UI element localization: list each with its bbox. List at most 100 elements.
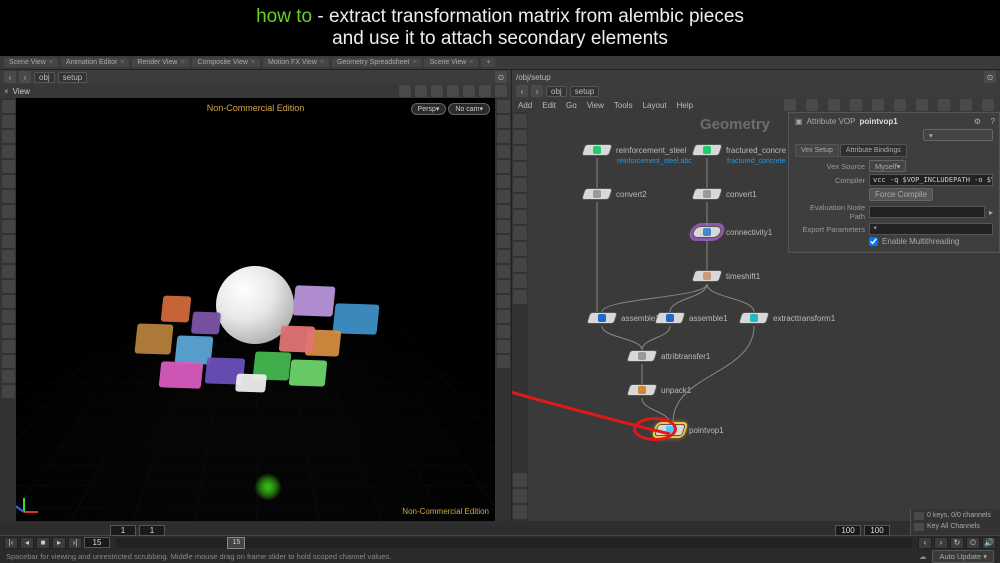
shelf-tool[interactable] — [2, 130, 15, 143]
select-vex-source[interactable]: Myself ▾ — [869, 160, 906, 172]
node-unpack1[interactable]: unpack1 — [628, 384, 691, 396]
node-assemble2[interactable]: assemble2 — [588, 312, 660, 324]
cook-icon[interactable]: ☁ — [919, 552, 927, 561]
shelf-tool[interactable] — [2, 175, 15, 188]
pane-tab[interactable]: Animation Editor× — [61, 58, 129, 67]
net-icon-3[interactable] — [828, 99, 840, 111]
display-option[interactable] — [497, 325, 510, 338]
shelf-tool[interactable] — [2, 370, 15, 383]
pane-tab[interactable]: Composite View× — [192, 58, 260, 67]
display-option[interactable] — [497, 175, 510, 188]
net-icon-6[interactable] — [894, 99, 906, 111]
input-export[interactable]: * — [869, 223, 993, 235]
net-tool-bottom[interactable] — [513, 505, 527, 519]
shelf-tool[interactable] — [2, 310, 15, 323]
shelf-tool[interactable] — [2, 205, 15, 218]
shelf-tool[interactable] — [2, 340, 15, 353]
net-tool[interactable] — [513, 274, 527, 288]
gear-icon[interactable]: ⚙ — [974, 117, 981, 126]
shelf-tool[interactable] — [2, 220, 15, 233]
shelf-tool[interactable] — [2, 235, 15, 248]
node-timeshift1[interactable]: timeshift1 — [693, 270, 760, 282]
display-option[interactable] — [497, 340, 510, 353]
add-tab-button[interactable]: + — [481, 58, 495, 67]
cam-menu[interactable]: No cam ▾ — [448, 103, 490, 115]
net-icon-2[interactable] — [806, 99, 818, 111]
display-option[interactable] — [497, 250, 510, 263]
param-subtype[interactable]: ▾ — [923, 129, 993, 141]
display-option[interactable] — [497, 265, 510, 278]
play-rev-button[interactable]: ◂ — [20, 537, 34, 549]
display-option[interactable] — [497, 160, 510, 173]
node-extracttransform1[interactable]: extracttransform1 — [740, 312, 835, 324]
net-crumb-obj[interactable]: obj — [546, 86, 567, 97]
vt-btn2[interactable] — [415, 85, 427, 97]
net-tool[interactable] — [513, 130, 527, 144]
pin-icon[interactable]: ⊙ — [495, 71, 507, 83]
path-crumb-obj[interactable]: obj — [34, 72, 55, 83]
net-icon-5[interactable] — [872, 99, 884, 111]
pane-tab[interactable]: Motion FX View× — [263, 58, 329, 67]
display-option[interactable] — [497, 220, 510, 233]
node-connectivity1[interactable]: connectivity1 — [693, 226, 772, 238]
play-fwd-button[interactable]: ▸ — [52, 537, 66, 549]
step-next-button[interactable]: › — [934, 537, 948, 549]
net-tool[interactable] — [513, 114, 527, 128]
display-option[interactable] — [497, 145, 510, 158]
node-convert2[interactable]: convert2 — [583, 188, 647, 200]
menu-view[interactable]: View — [587, 101, 604, 110]
menu-edit[interactable]: Edit — [542, 101, 556, 110]
net-tool[interactable] — [513, 258, 527, 272]
display-option[interactable] — [497, 205, 510, 218]
node-attribtransfer1[interactable]: attribtransfer1 — [628, 350, 710, 362]
kf-keyall[interactable]: Key All Channels — [927, 523, 980, 530]
goto-end-button[interactable]: ›| — [68, 537, 82, 549]
shelf-tool[interactable] — [2, 355, 15, 368]
net-tool[interactable] — [513, 162, 527, 176]
net-tool[interactable] — [513, 194, 527, 208]
display-option[interactable] — [497, 190, 510, 203]
current-frame[interactable]: 15 — [84, 537, 110, 548]
kf-btn2[interactable] — [914, 523, 924, 531]
vt-btn3[interactable] — [431, 85, 443, 97]
pane-tab[interactable]: Scene View× — [424, 58, 478, 67]
help-icon-2[interactable]: ? — [991, 117, 995, 126]
vt-btn5[interactable] — [463, 85, 475, 97]
shelf-tool[interactable] — [2, 250, 15, 263]
pane-tab[interactable]: Scene View× — [4, 58, 58, 67]
path-crumb-setup[interactable]: setup — [58, 72, 88, 83]
vt-btn6[interactable] — [479, 85, 491, 97]
realtime-icon[interactable]: ⏲ — [966, 537, 980, 549]
node-convert1[interactable]: convert1 — [693, 188, 757, 200]
net-icon-8[interactable] — [938, 99, 950, 111]
close-icon[interactable]: × — [4, 87, 9, 96]
display-option[interactable] — [497, 295, 510, 308]
timeline-slider[interactable]: 15 — [116, 538, 912, 548]
input-eval-path[interactable] — [869, 206, 985, 218]
menu-add[interactable]: Add — [518, 101, 532, 110]
net-tool[interactable] — [513, 226, 527, 240]
net-tool[interactable] — [513, 210, 527, 224]
back-icon[interactable]: ‹ — [4, 71, 16, 83]
display-option[interactable] — [497, 100, 510, 113]
display-option[interactable] — [497, 115, 510, 128]
loop-icon[interactable]: ↻ — [950, 537, 964, 549]
button-force-compile[interactable]: Force Compile — [869, 188, 933, 201]
net-tool-bottom[interactable] — [513, 489, 527, 503]
net-icon-4[interactable] — [850, 99, 862, 111]
menu-go[interactable]: Go — [566, 101, 577, 110]
node-reinforcement_steel[interactable]: reinforcement_steelreinforcement_steel.a… — [583, 144, 686, 156]
net-icon-1[interactable] — [784, 99, 796, 111]
display-option[interactable] — [497, 130, 510, 143]
checkbox-multithread[interactable] — [869, 237, 878, 246]
menu-tools[interactable]: Tools — [614, 101, 633, 110]
node-fractured_concre[interactable]: fractured_concrefractured_concrete — [693, 144, 786, 156]
node-assemble1[interactable]: assemble1 — [656, 312, 728, 324]
menu-layout[interactable]: Layout — [643, 101, 667, 110]
shelf-tool[interactable] — [2, 190, 15, 203]
net-icon-7[interactable] — [916, 99, 928, 111]
shelf-tool[interactable] — [2, 265, 15, 278]
auto-update-menu[interactable]: Auto Update ▾ — [932, 550, 994, 563]
stop-button[interactable]: ■ — [36, 537, 50, 549]
playrange-end[interactable]: 100 — [835, 525, 861, 536]
